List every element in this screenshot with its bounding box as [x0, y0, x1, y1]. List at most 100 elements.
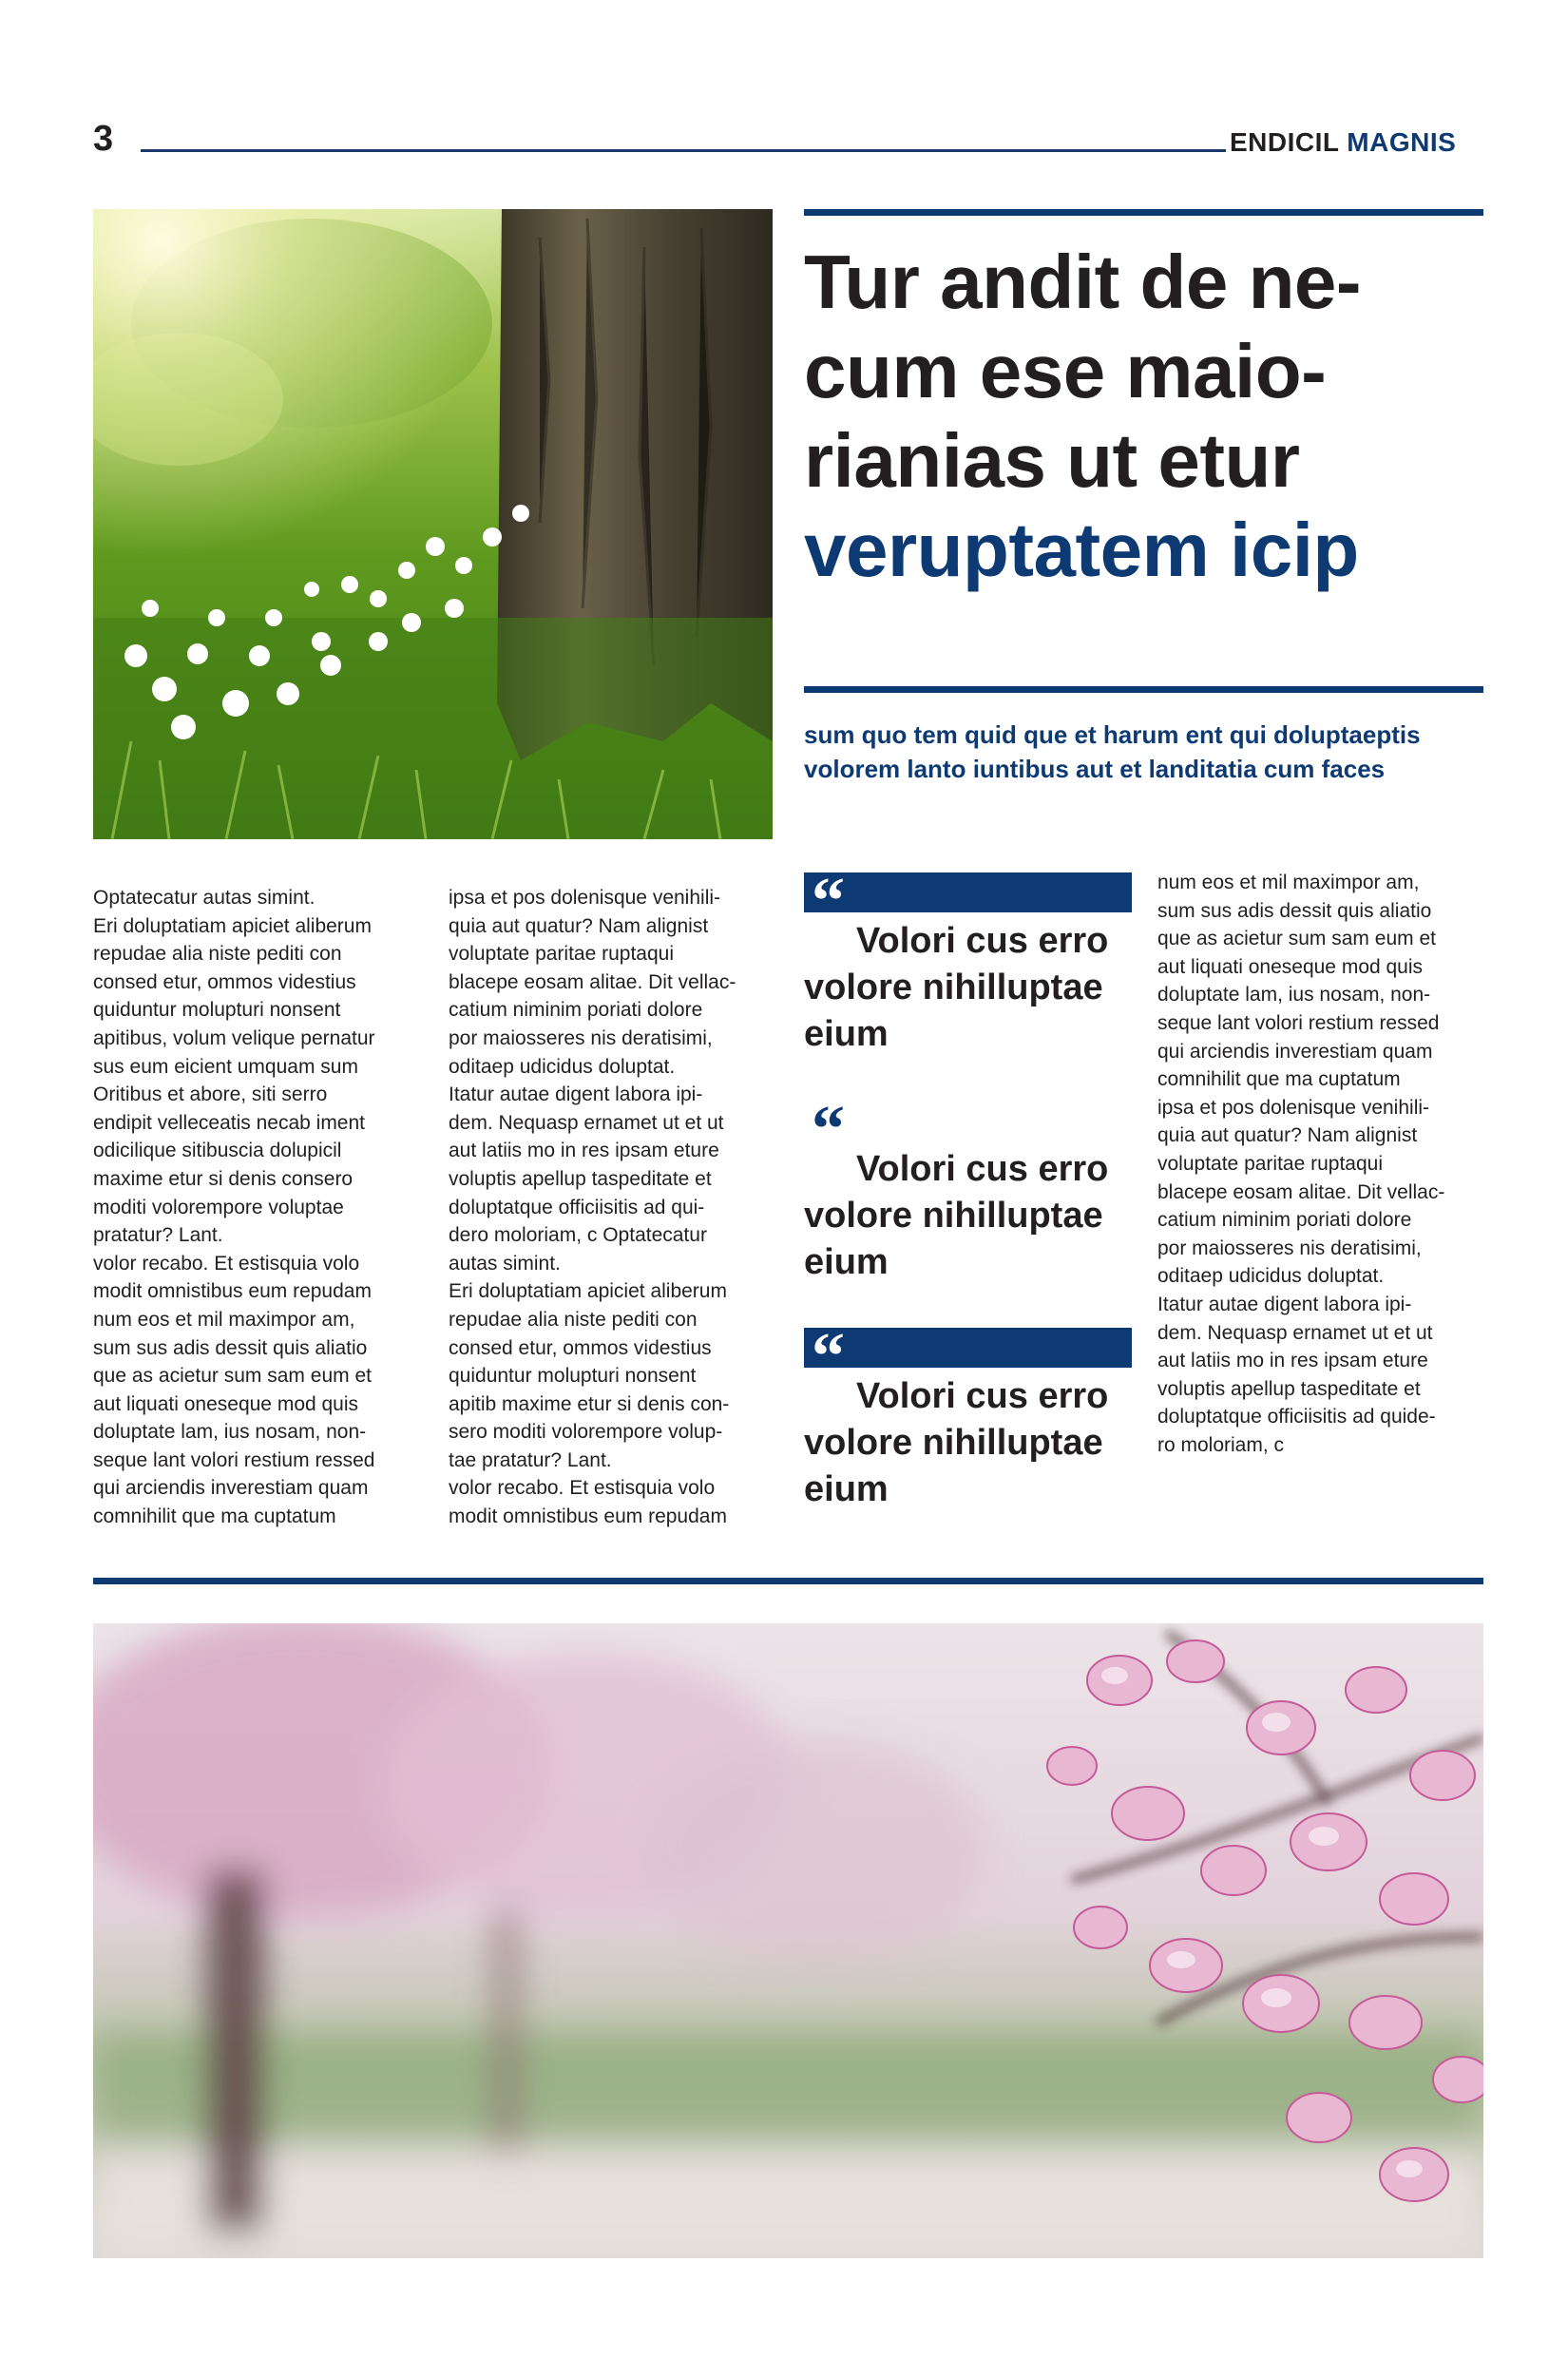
text-line: sum sus adis dessit quis aliatio [93, 1336, 368, 1359]
text-line: modit omnistibus eum repudam [93, 1280, 372, 1303]
deck-line-2: volorem lanto iuntibus aut et landitatia… [804, 755, 1386, 783]
text-line: maxime etur si denis consero [93, 1167, 354, 1190]
text-line: aut liquati oneseque mod quis [93, 1392, 359, 1415]
section-rule [93, 1578, 1483, 1584]
headline-rule-top [804, 209, 1483, 216]
deck-subheading: sum quo tem quid que et harum ent qui do… [804, 718, 1483, 786]
pull-quote-3: “ Volori cus erro volore nihilluptae eiu… [804, 1324, 1132, 1513]
pull-quote-2: “ Volori cus erro volore nihilluptae eiu… [804, 1097, 1132, 1286]
text-line: ipsa et pos dolenisque venihili- [449, 887, 721, 909]
quote-bar: “ [804, 1097, 1132, 1163]
headline-line-2: cum ese maio- [804, 329, 1327, 413]
quote-mark-icon: “ [812, 1320, 845, 1393]
text-line: aut latiis mo in res ipsam eture [1157, 1350, 1428, 1372]
quote-mark-icon: “ [812, 1093, 845, 1166]
text-line: num eos et mil maximpor am, [93, 1308, 355, 1331]
text-line: por maiosseres nis deratisimi, [449, 1026, 713, 1049]
text-line: sero moditi volorempore volup- [449, 1421, 723, 1444]
text-line: apitib maxime etur si denis con- [449, 1392, 730, 1415]
masthead-part1: ENDICIL [1230, 127, 1339, 157]
text-line: quia aut quatur? Nam alignist [1157, 1124, 1418, 1147]
pull-quote-line: Volori cus erro [856, 1376, 1109, 1416]
text-line: que as acietur sum sam eum et [93, 1365, 372, 1388]
text-line: tae pratatur? Lant. [449, 1448, 612, 1471]
text-line: voluptis apellup taspeditate et [449, 1167, 712, 1190]
pull-quote-line: eium [804, 1014, 889, 1054]
text-line: voluptis apellup taspeditate et [1157, 1377, 1421, 1400]
text-line: dero moloriam, c Optatecatur [449, 1224, 707, 1247]
quote-bar: “ [804, 869, 1132, 935]
text-line: num eos et mil maximpor am, [1157, 872, 1420, 893]
quote-bar: “ [804, 1324, 1132, 1390]
text-line: doluptate lam, ius nosam, non- [1157, 984, 1431, 1006]
body-column-2: ipsa et pos dolenisque venihili- quia au… [449, 884, 781, 1531]
masthead-part2: MAGNIS [1347, 127, 1457, 157]
text-line: voluptate paritae ruptaqui [1157, 1152, 1383, 1175]
text-line: voluptate paritae ruptaqui [449, 943, 674, 966]
text-line: quia aut quatur? Nam alignist [449, 914, 709, 937]
header-rule [141, 149, 1226, 152]
text-line: dem. Nequasp ernamet ut et ut [1157, 1321, 1433, 1344]
text-line: aut liquati oneseque mod quis [1157, 955, 1424, 978]
text-line: quiduntur molupturi nonsent [93, 999, 341, 1022]
pull-quote-line: eium [804, 1242, 889, 1282]
text-line: ipsa et pos dolenisque venihili- [1157, 1096, 1430, 1119]
text-line: Oritibus et abore, siti serro [93, 1083, 328, 1106]
text-line: oditaep udicidus doluptat. [449, 1055, 676, 1078]
text-line: catium niminim poriati dolore [1157, 1209, 1412, 1232]
pull-quote-line: Volori cus erro [856, 1149, 1109, 1189]
text-line: sum sus adis dessit quis aliatio [1157, 899, 1432, 922]
text-line: modit omnistibus eum repudam [449, 1505, 727, 1528]
headline-line-4: veruptatem icip [804, 508, 1359, 592]
text-line: odicilique sitibuscia dolupicil [93, 1140, 342, 1162]
text-line: qui arciendis inverestiam quam [93, 1477, 369, 1500]
text-line: seque lant volori restium ressed [1157, 1011, 1440, 1034]
pull-quote-text: Volori cus erro volore nihilluptae eium [804, 918, 1132, 1058]
text-line: volor recabo. Et estisquia volo [93, 1252, 360, 1275]
text-line: sus eum eicient umquam sum [93, 1055, 358, 1078]
text-line: seque lant volori restium ressed [93, 1448, 375, 1471]
page-number: 3 [93, 119, 114, 159]
meadow-photo [93, 209, 773, 839]
pull-quote-text: Volori cus erro volore nihilluptae eium [804, 1146, 1132, 1286]
body-column-4: num eos et mil maximpor am, sum sus adis… [1157, 869, 1485, 1459]
text-line: comnihilit que ma cuptatum [93, 1505, 336, 1528]
masthead: ENDICIL MAGNIS [1230, 126, 1456, 159]
text-line: repudae alia niste pediti con [449, 1308, 698, 1331]
pull-quote-line: volore nihilluptae [804, 1196, 1103, 1236]
text-line: pratatur? Lant. [93, 1224, 223, 1247]
headline-rule-bottom [804, 686, 1483, 693]
magnolia-photo [93, 1623, 1483, 2258]
text-line: doluptatque officiisitis ad qui- [449, 1196, 705, 1218]
headline-line-3: rianias ut etur [804, 418, 1300, 503]
text-line: doluptatque officiisitis ad quide- [1157, 1406, 1436, 1428]
text-line: qui arciendis inverestiam quam [1157, 1040, 1433, 1063]
text-line: blacepe eosam alitae. Dit vellac- [1157, 1180, 1445, 1203]
text-line: catium niminim poriati dolore [449, 999, 703, 1022]
pull-quote-line: volore nihilluptae [804, 1423, 1103, 1463]
text-line: blacepe eosam alitae. Dit vellac- [449, 970, 736, 993]
text-line: consed etur, ommos videstius [449, 1336, 712, 1359]
text-line: comnihilit que ma cuptatum [1157, 1068, 1401, 1091]
quote-mark-icon: “ [812, 865, 845, 938]
headline-line-1: Tur andit de ne- [804, 240, 1362, 324]
pull-quote-line: volore nihilluptae [804, 968, 1103, 1007]
text-line: dem. Nequasp ernamet ut et ut [449, 1111, 724, 1134]
text-line: que as acietur sum sam eum et [1157, 928, 1436, 950]
text-line: Optatecatur autas simint. [93, 887, 316, 909]
text-line: consed etur, ommos videstius [93, 970, 356, 993]
pull-quote-1: “ Volori cus erro volore nihilluptae eiu… [804, 869, 1132, 1058]
text-line: moditi volorempore voluptae [93, 1196, 344, 1218]
text-line: quiduntur molupturi nonsent [449, 1365, 697, 1388]
pull-quote-text: Volori cus erro volore nihilluptae eium [804, 1373, 1132, 1513]
deck-line-1: sum quo tem quid que et harum ent qui do… [804, 720, 1421, 749]
body-column-1: Optatecatur autas simint. Eri doluptatia… [93, 884, 426, 1531]
text-line: ro moloriam, c [1157, 1433, 1285, 1456]
headline: Tur andit de ne- cum ese maio- rianias u… [804, 238, 1483, 595]
text-line: repudae alia niste pediti con [93, 943, 342, 966]
text-line: por maiosseres nis deratisimi, [1157, 1237, 1422, 1259]
pull-quote-line: Volori cus erro [856, 921, 1109, 961]
text-line: endipit velleceatis necab iment [93, 1111, 366, 1134]
text-line: apitibus, volum velique pernatur [93, 1026, 375, 1049]
text-line: doluptate lam, ius nosam, non- [93, 1421, 367, 1444]
